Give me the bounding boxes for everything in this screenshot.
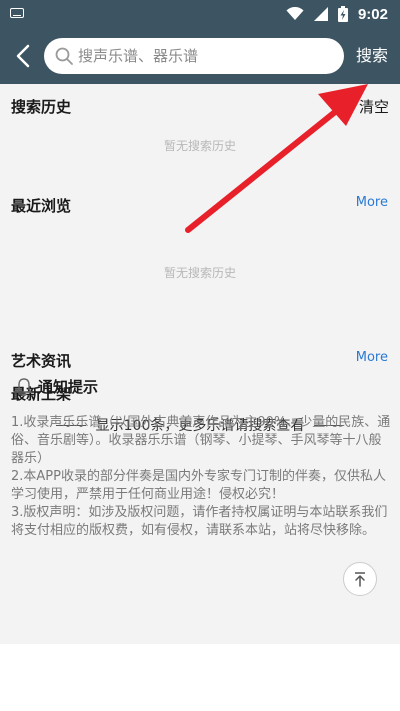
keyboard-icon — [10, 8, 24, 18]
main-content: 搜索历史 清空 暂无搜索历史 最近浏览 More 暂无搜索历史 艺术资讯 Mor… — [0, 84, 400, 644]
clear-history-button[interactable]: 清空 — [359, 96, 389, 117]
art-news-title: 艺术资讯 — [11, 352, 72, 370]
recent-more-link[interactable]: More — [356, 195, 388, 210]
search-input[interactable] — [78, 41, 328, 71]
search-button[interactable]: 搜索 — [350, 44, 394, 68]
search-icon — [55, 47, 73, 65]
arrow-up-icon — [355, 572, 365, 587]
search-box[interactable] — [44, 38, 344, 74]
back-arrow-icon — [16, 44, 30, 68]
notice-paragraph: 3.版权声明：如涉及版权问题，请作者持权属证明与本站联系我们将支付相应的版权费，… — [11, 505, 388, 538]
search-history-title: 搜索历史 — [11, 98, 72, 116]
status-time: 9:02 — [357, 5, 388, 23]
back-button[interactable] — [8, 40, 40, 72]
notice-body: 1.收录声乐乐谱（以国外古典美声作品为主90%、少量的民族、通俗、音乐剧等）。收… — [11, 414, 391, 540]
scroll-to-top-button[interactable] — [343, 562, 377, 596]
wifi-icon — [286, 7, 304, 20]
search-history-empty: 暂无搜索历史 — [163, 139, 236, 153]
bottom-blank-area — [0, 644, 400, 711]
art-news-more-link[interactable]: More — [356, 350, 388, 365]
recent-empty: 暂无搜索历史 — [163, 266, 236, 280]
status-bar: 9:02 — [0, 0, 400, 28]
notice-title: 通知提示 — [38, 378, 99, 396]
recent-title: 最近浏览 — [11, 197, 72, 215]
notice-paragraph: 2.本APP收录的部分伴奏是国内外专家专门订制的伴奏，仅供私人学习使用，严禁用于… — [11, 469, 386, 502]
signal-icon — [313, 7, 328, 21]
notice-header: 通知提示 — [14, 376, 98, 397]
bell-icon — [16, 377, 32, 396]
notice-paragraph: 1.收录声乐乐谱（以国外古典美声作品为主90%、少量的民族、通俗、音乐剧等）。收… — [11, 415, 391, 466]
battery-charging-icon — [337, 6, 348, 22]
search-header: 搜索 — [0, 28, 400, 84]
